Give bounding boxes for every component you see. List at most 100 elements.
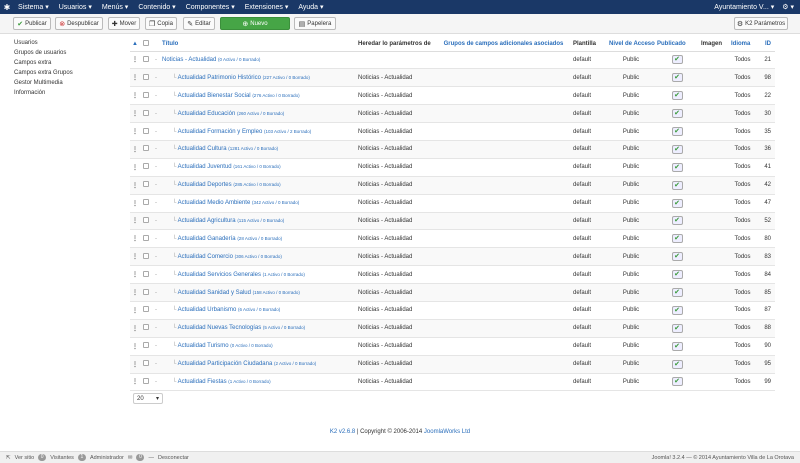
row-checkbox[interactable]	[143, 163, 149, 170]
published-toggle[interactable]: ✔	[671, 323, 683, 333]
user-menu[interactable]: Ayuntamiento V... ▾	[714, 3, 774, 11]
menu-menus[interactable]: Menús ▾	[102, 3, 128, 11]
menu-usuarios[interactable]: Usuarios ▾	[59, 3, 92, 11]
trash-button[interactable]: ▤ Papelera	[294, 17, 336, 30]
category-title-link[interactable]: Actualidad Cultura	[178, 146, 227, 152]
view-site-link[interactable]: Ver sitio	[15, 455, 35, 461]
category-title-link[interactable]: Actualidad Agricultura	[178, 218, 236, 224]
published-toggle[interactable]: ✔	[671, 377, 683, 387]
row-checkbox[interactable]	[143, 199, 149, 206]
sidebar-item-usuarios[interactable]: Usuarios	[14, 38, 124, 48]
row-checkbox[interactable]	[143, 306, 149, 313]
joomlaworks-link[interactable]: JoomlaWorks Ltd	[424, 429, 470, 435]
published-toggle[interactable]: ✔	[671, 341, 683, 351]
drag-handle[interactable]: ⋮	[130, 68, 140, 88]
published-toggle[interactable]: ✔	[671, 270, 683, 280]
copy-button[interactable]: ❐ Copia	[145, 17, 177, 30]
language-header[interactable]: Idioma	[729, 38, 756, 52]
published-toggle[interactable]: ✔	[671, 288, 683, 298]
row-checkbox[interactable]	[143, 360, 149, 367]
row-checkbox[interactable]	[143, 55, 149, 62]
drag-handle[interactable]: ⋮	[130, 212, 140, 231]
category-title-link[interactable]: Actualidad Fiestas	[178, 379, 227, 385]
published-toggle[interactable]: ✔	[671, 198, 683, 208]
published-toggle[interactable]: ✔	[671, 91, 683, 101]
category-title-link[interactable]: Actualidad Turismo	[178, 343, 229, 349]
menu-contenido[interactable]: Contenido ▾	[138, 3, 175, 11]
publish-button[interactable]: ✔ Publicar	[13, 17, 51, 30]
sidebar-item-campos-extra-grupos[interactable]: Campos extra Grupos	[14, 68, 124, 78]
published-toggle[interactable]: ✔	[671, 144, 683, 154]
drag-handle[interactable]: ⋮	[130, 247, 140, 267]
published-toggle[interactable]: ✔	[671, 359, 683, 369]
menu-componentes[interactable]: Componentes ▾	[186, 3, 235, 11]
drag-handle[interactable]: ⋮	[130, 373, 140, 392]
list-limit-select[interactable]: 20 ▾	[133, 393, 163, 404]
title-header[interactable]: Título	[160, 38, 356, 52]
unpublish-button[interactable]: ⊗ Despublicar	[55, 17, 103, 30]
drag-handle[interactable]: ⋮	[130, 337, 140, 356]
sidebar-item-informacion[interactable]: Información	[14, 88, 124, 98]
logout-link[interactable]: Desconectar	[158, 455, 189, 461]
row-checkbox[interactable]	[143, 216, 149, 223]
row-checkbox[interactable]	[143, 109, 149, 116]
drag-handle[interactable]: ⋮	[130, 229, 140, 249]
published-toggle[interactable]: ✔	[671, 73, 683, 83]
drag-handle[interactable]: ⋮	[130, 176, 140, 195]
row-checkbox[interactable]	[143, 145, 149, 152]
drag-handle[interactable]: ⋮	[130, 122, 140, 141]
category-title-link[interactable]: Actualidad Participación Ciudadana	[178, 361, 273, 367]
category-title-link[interactable]: Actualidad Deportes	[178, 182, 232, 188]
published-toggle[interactable]: ✔	[671, 109, 683, 119]
menu-sistema[interactable]: Sistema ▾	[18, 3, 49, 11]
sidebar-item-grupos-usuarios[interactable]: Grupos de usuarios	[14, 48, 124, 58]
row-checkbox[interactable]	[143, 270, 149, 277]
drag-handle[interactable]: ⋮	[130, 265, 140, 285]
params-button[interactable]: ⚙ K2 Parámetros	[734, 17, 788, 30]
k2-version-link[interactable]: K2 v2.6.8	[330, 429, 355, 435]
row-checkbox[interactable]	[143, 181, 149, 188]
row-checkbox[interactable]	[143, 234, 149, 241]
category-title-link[interactable]: Actualidad Comercio	[178, 254, 233, 260]
drag-handle[interactable]: ⋮	[130, 301, 140, 320]
sidebar-item-gestor-multimedia[interactable]: Gestor Multimedia	[14, 78, 124, 88]
row-checkbox[interactable]	[143, 91, 149, 98]
edit-button[interactable]: ✎ Editar	[183, 17, 215, 30]
drag-handle[interactable]: ⋮	[130, 158, 140, 177]
drag-handle[interactable]: ⋮	[130, 51, 140, 70]
category-title-link[interactable]: Actualidad Nuevas Tecnologías	[178, 325, 262, 331]
published-toggle[interactable]: ✔	[671, 234, 683, 244]
drag-handle[interactable]: ⋮	[130, 319, 140, 338]
sort-order-header[interactable]: ▲	[130, 38, 140, 52]
category-title-link[interactable]: Actualidad Servicios Generales	[178, 272, 261, 278]
new-button[interactable]: ⊕ Nuevo	[220, 17, 290, 30]
category-title-link[interactable]: Actualidad Patrimonio Histórico	[178, 75, 261, 81]
row-checkbox[interactable]	[143, 73, 149, 80]
published-header[interactable]: Publicado	[655, 38, 699, 52]
row-checkbox[interactable]	[143, 342, 149, 349]
drag-handle[interactable]: ⋮	[130, 283, 140, 302]
published-toggle[interactable]: ✔	[671, 180, 683, 190]
settings-menu[interactable]: ⚙ ▾	[782, 3, 794, 11]
select-all-checkbox[interactable]	[143, 40, 149, 47]
category-title-link[interactable]: Noticias - Actualidad	[162, 57, 216, 63]
access-header[interactable]: Nivel de Acceso	[607, 38, 655, 52]
row-checkbox[interactable]	[143, 252, 149, 259]
menu-extensiones[interactable]: Extensiones ▾	[245, 3, 289, 11]
published-toggle[interactable]: ✔	[671, 305, 683, 315]
drag-handle[interactable]: ⋮	[130, 86, 140, 106]
published-toggle[interactable]: ✔	[671, 127, 683, 136]
category-title-link[interactable]: Actualidad Juventud	[178, 164, 232, 170]
category-title-link[interactable]: Actualidad Formación y Empleo	[178, 129, 263, 135]
category-title-link[interactable]: Actualidad Sanidad y Salud	[178, 290, 251, 296]
published-toggle[interactable]: ✔	[671, 216, 683, 226]
category-title-link[interactable]: Actualidad Educación	[178, 111, 236, 117]
published-toggle[interactable]: ✔	[671, 55, 683, 65]
category-title-link[interactable]: Actualidad Bienestar Social	[178, 93, 251, 99]
drag-handle[interactable]: ⋮	[130, 104, 140, 124]
move-button[interactable]: ✚ Mover	[108, 17, 140, 30]
joomla-icon[interactable]: ✱	[0, 3, 14, 12]
published-toggle[interactable]: ✔	[671, 162, 683, 172]
row-checkbox[interactable]	[143, 288, 149, 295]
messages-badge[interactable]: 0	[136, 454, 145, 461]
